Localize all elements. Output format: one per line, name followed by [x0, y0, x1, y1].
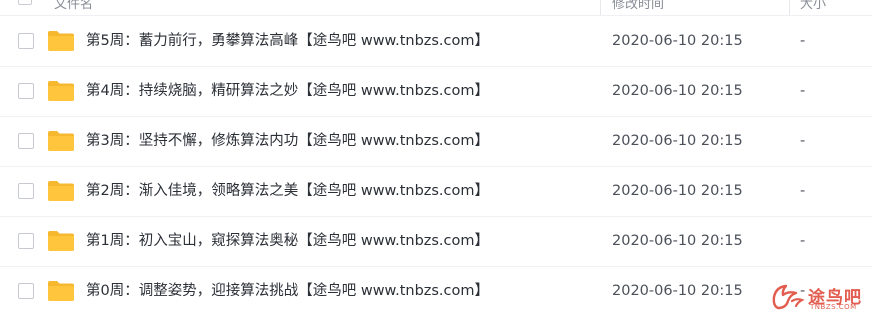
file-size: - [800, 33, 806, 49]
row-checkbox[interactable] [18, 233, 34, 249]
folder-icon [48, 281, 74, 301]
row-checkbox[interactable] [18, 283, 34, 299]
row-checkbox[interactable] [18, 133, 34, 149]
row-checkbox[interactable] [18, 183, 34, 199]
sort-arrow-icon[interactable]: ▾ [581, 0, 586, 3]
modified-time: 2020-06-10 20:15 [612, 283, 743, 299]
column-header-modified[interactable]: 修改时间 [612, 0, 664, 12]
file-size: - [800, 233, 806, 249]
select-all-checkbox[interactable] [18, 0, 32, 5]
modified-time: 2020-06-10 20:15 [612, 83, 743, 99]
watermark-subtext: TNBZS.COM [810, 303, 857, 311]
column-divider[interactable] [600, 0, 601, 15]
file-name[interactable]: 第1周：初入宝山，窥探算法奥秘【途鸟吧 www.tnbzs.com】 [86, 231, 489, 251]
file-size: - [800, 83, 806, 99]
list-header: 文件名 ▾ 修改时间 大小 [0, 0, 872, 16]
row-checkbox[interactable] [18, 33, 34, 49]
file-name[interactable]: 第4周：持续烧脑，精研算法之妙【途鸟吧 www.tnbzs.com】 [86, 81, 489, 101]
column-header-size[interactable]: 大小 [800, 0, 826, 12]
folder-icon [48, 231, 74, 251]
file-row[interactable]: 第4周：持续烧脑，精研算法之妙【途鸟吧 www.tnbzs.com】 2020-… [0, 66, 872, 117]
file-name[interactable]: 第3周：坚持不懈，修炼算法内功【途鸟吧 www.tnbzs.com】 [86, 131, 489, 151]
file-row[interactable]: 第3周：坚持不懈，修炼算法内功【途鸟吧 www.tnbzs.com】 2020-… [0, 116, 872, 167]
watermark: 途鸟吧 TNBZS.COM [770, 279, 870, 313]
file-name[interactable]: 第0周：调整姿势，迎接算法挑战【途鸟吧 www.tnbzs.com】 [86, 281, 489, 301]
bird-logo-icon [772, 284, 805, 310]
file-list: 文件名 ▾ 修改时间 大小 第5周：蓄力前行，勇攀算法高峰【途鸟吧 www.tn… [0, 0, 872, 316]
modified-time: 2020-06-10 20:15 [612, 33, 743, 49]
file-name[interactable]: 第2周：渐入佳境，领略算法之美【途鸟吧 www.tnbzs.com】 [86, 181, 489, 201]
folder-icon [48, 31, 74, 51]
file-row[interactable]: 第2周：渐入佳境，领略算法之美【途鸟吧 www.tnbzs.com】 2020-… [0, 166, 872, 217]
folder-icon [48, 131, 74, 151]
column-header-name[interactable]: 文件名 [54, 0, 93, 12]
file-name[interactable]: 第5周：蓄力前行，勇攀算法高峰【途鸟吧 www.tnbzs.com】 [86, 31, 489, 51]
modified-time: 2020-06-10 20:15 [612, 133, 743, 149]
modified-time: 2020-06-10 20:15 [612, 233, 743, 249]
file-size: - [800, 183, 806, 199]
file-size: - [800, 133, 806, 149]
folder-icon [48, 181, 74, 201]
folder-icon [48, 81, 74, 101]
modified-time: 2020-06-10 20:15 [612, 183, 743, 199]
file-row[interactable]: 第0周：调整姿势，迎接算法挑战【途鸟吧 www.tnbzs.com】 2020-… [0, 266, 872, 316]
file-row[interactable]: 第5周：蓄力前行，勇攀算法高峰【途鸟吧 www.tnbzs.com】 2020-… [0, 16, 872, 67]
column-divider[interactable] [789, 0, 790, 15]
file-row[interactable]: 第1周：初入宝山，窥探算法奥秘【途鸟吧 www.tnbzs.com】 2020-… [0, 216, 872, 267]
row-checkbox[interactable] [18, 83, 34, 99]
